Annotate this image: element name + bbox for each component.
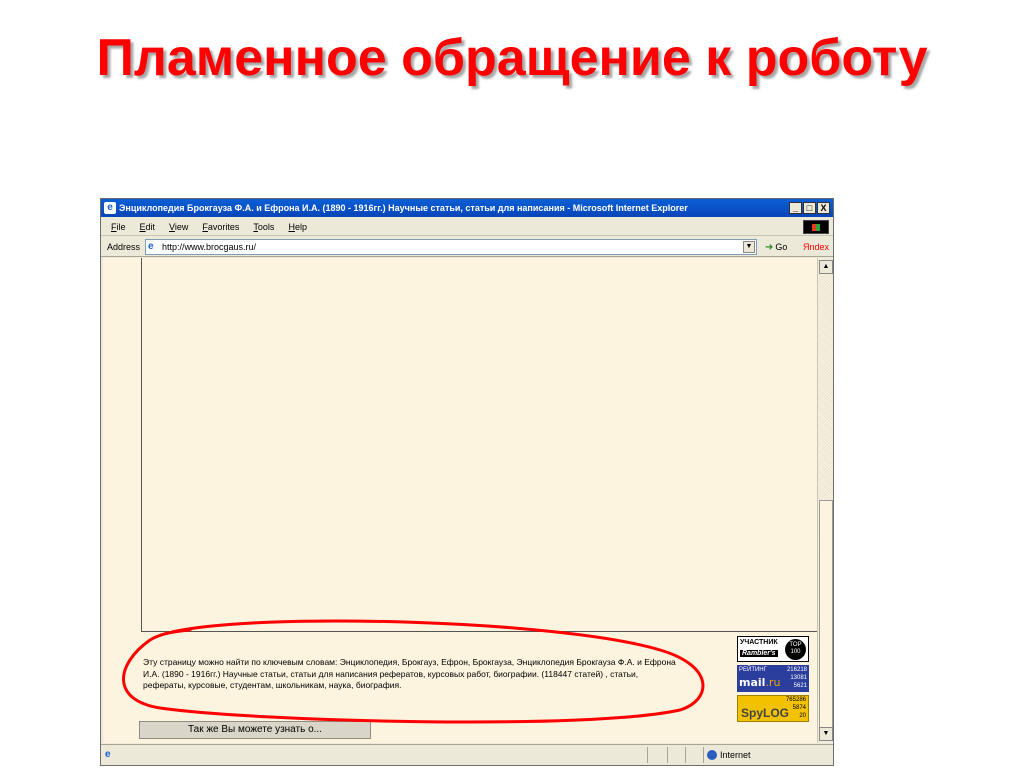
page-icon: e	[148, 241, 154, 252]
status-divider	[647, 747, 648, 763]
go-arrow-icon: ➜	[765, 241, 774, 253]
mail-count-1: 216218	[786, 667, 807, 673]
rambler-top100-counter[interactable]: УЧАСТНИК Rambler's TOP 100	[737, 636, 809, 662]
mail-rating-label: РЕЙТИНГ	[739, 667, 767, 673]
address-label: Address	[107, 242, 141, 252]
mail-count-3: 5621	[793, 683, 807, 689]
status-divider	[685, 747, 686, 763]
windows-logo-icon	[803, 220, 829, 234]
spylog-count-3: 20	[799, 713, 806, 719]
spylog-counter[interactable]: SpyLOG 765286 5874 20	[737, 695, 809, 722]
keywords-text: Эту страницу можно найти по ключевым сло…	[143, 657, 676, 690]
menu-tools[interactable]: Tools	[253, 222, 274, 232]
spylog-logo: SpyLOG	[741, 706, 790, 720]
close-button[interactable]: X	[817, 202, 830, 214]
menu-help[interactable]: Help	[288, 222, 307, 232]
status-divider	[703, 747, 704, 763]
go-label: Go	[775, 242, 788, 252]
top100-badge: TOP 100	[785, 639, 806, 660]
scroll-down-button[interactable]: ▼	[819, 727, 833, 741]
mail-logo-suffix: .ru	[765, 676, 781, 689]
menu-bar: File Edit View Favorites Tools Help	[101, 218, 833, 236]
globe-icon	[707, 750, 717, 760]
address-input[interactable]: e http://www.brocgaus.ru/ ▼	[145, 239, 757, 255]
window-controls: _ □ X	[789, 202, 830, 214]
mailru-counter[interactable]: РЕЙТИНГ mail.ru 216218 13081 5621	[737, 665, 809, 692]
mail-count-2: 13081	[790, 675, 807, 681]
minimize-button[interactable]: _	[789, 202, 802, 214]
counters: УЧАСТНИК Rambler's TOP 100 РЕЙТИНГ mail.…	[737, 636, 811, 722]
security-zone: Internet	[707, 750, 751, 760]
zone-label: Internet	[720, 750, 751, 760]
slide-title: Пламенное обращение к роботу	[96, 29, 928, 87]
mail-logo-text: mail	[739, 676, 766, 689]
rambler-name: Rambler's	[740, 650, 778, 657]
spylog-count-1: 765286	[785, 697, 806, 703]
window-title: Энциклопедия Брокгауза Ф.А. и Ефрона И.А…	[119, 203, 688, 213]
maximize-button[interactable]: □	[803, 202, 816, 214]
menu-edit[interactable]: Edit	[140, 222, 156, 232]
yandex-label: Яndex	[803, 242, 830, 252]
address-dropdown-button[interactable]: ▼	[743, 241, 755, 253]
address-bar: Address e http://www.brocgaus.ru/ ▼ ➜ Go…	[101, 237, 833, 257]
page-viewport[interactable]: Эту страницу можно найти по ключевым сло…	[103, 258, 817, 743]
menu-file[interactable]: File	[111, 222, 126, 232]
menu-view[interactable]: View	[169, 222, 188, 232]
status-divider	[667, 747, 668, 763]
vertical-scrollbar[interactable]: ▲ ▼	[817, 258, 833, 743]
scroll-thumb[interactable]	[819, 500, 833, 728]
status-page-icon: e	[105, 749, 111, 760]
status-bar: e Internet	[101, 744, 833, 765]
yandex-link[interactable]: Яndex	[803, 242, 829, 252]
address-url: http://www.brocgaus.ru/	[162, 242, 257, 252]
ie-icon: e	[104, 202, 116, 214]
window-titlebar[interactable]: e Энциклопедия Брокгауза Ф.А. и Ефрона И…	[101, 199, 833, 217]
also-learn-button[interactable]: Так же Вы можете узнать о...	[139, 721, 371, 739]
spylog-count-2: 5874	[792, 705, 806, 711]
browser-window: e Энциклопедия Брокгауза Ф.А. и Ефрона И…	[100, 198, 834, 766]
menu-favorites[interactable]: Favorites	[202, 222, 239, 232]
content-frame	[141, 258, 817, 632]
scroll-up-button[interactable]: ▲	[819, 260, 833, 274]
mail-logo: mail.ru	[739, 676, 780, 689]
go-button[interactable]: ➜ Go	[765, 242, 787, 252]
rambler-top-text: УЧАСТНИК	[740, 639, 778, 646]
